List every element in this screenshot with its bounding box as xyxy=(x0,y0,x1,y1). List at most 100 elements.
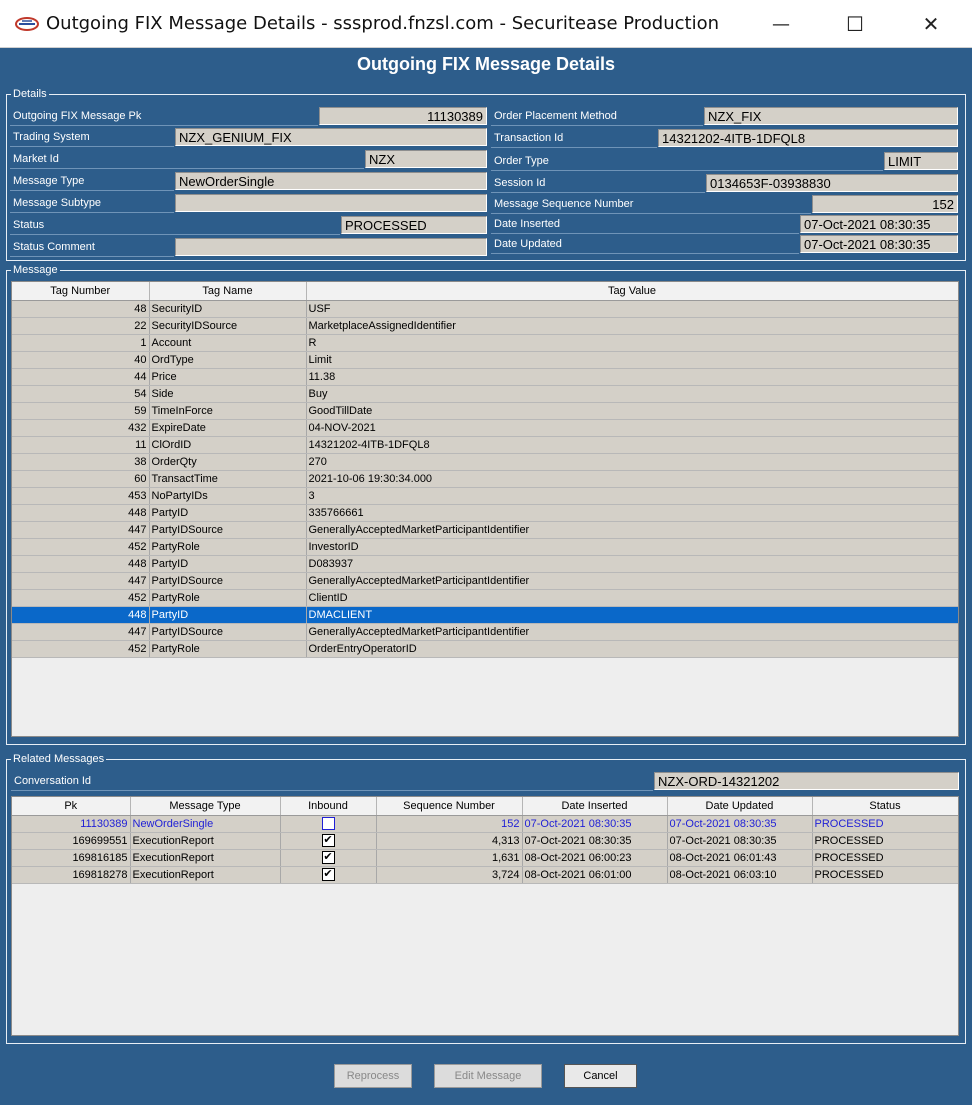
table-row[interactable]: 447 PartyIDSource GenerallyAcceptedMarketP… xyxy=(12,572,958,590)
field-value[interactable]: NZX_GENIUM_FIX xyxy=(175,128,487,146)
field-label: Status xyxy=(10,215,340,235)
table-row[interactable]: 54 Side Buy xyxy=(12,385,958,403)
related-messages-table[interactable]: Pk Message Type Inbound Sequence Number Date… xyxy=(11,796,959,1036)
table-row[interactable]: 447 PartyIDSource GenerallyAcceptedMarketP… xyxy=(12,623,958,641)
close-button[interactable]: ✕ xyxy=(896,0,966,48)
column-header[interactable]: Tag Number xyxy=(12,282,150,301)
tag-number-cell: 448 xyxy=(12,504,150,522)
table-row[interactable]: 448 PartyID 335766661 xyxy=(12,504,958,522)
details-legend: Details xyxy=(13,88,47,100)
table-row[interactable]: 432 ExpireDate 04-NOV-2021 xyxy=(12,419,958,437)
column-header[interactable]: Message Type xyxy=(130,797,281,816)
column-header[interactable]: Sequence Number xyxy=(376,797,523,816)
tag-name-cell: PartyID xyxy=(149,606,307,624)
field-value[interactable]: NZX_FIX xyxy=(704,107,958,125)
column-header[interactable]: Inbound xyxy=(280,797,377,816)
inbound-checkbox[interactable] xyxy=(321,817,335,830)
sequence-number-cell: 1,631 xyxy=(376,849,523,867)
edit-message-button[interactable]: Edit Message xyxy=(434,1064,542,1088)
window-title: Outgoing FIX Message Details - sssprod.f… xyxy=(46,13,720,34)
column-header[interactable]: Tag Value xyxy=(306,282,958,301)
table-row[interactable]: 38 OrderQty 270 xyxy=(12,453,958,471)
tag-number-cell: 447 xyxy=(12,521,150,539)
table-row[interactable]: 1 Account R xyxy=(12,334,958,352)
tag-name-cell: SecurityID xyxy=(149,300,307,318)
field-value[interactable]: LIMIT xyxy=(884,152,958,170)
table-row[interactable]: 44 Price 11.38 xyxy=(12,368,958,386)
field-label: Market Id xyxy=(10,149,364,169)
pk-cell: 169818278 xyxy=(12,866,131,884)
tag-value-cell: 335766661 xyxy=(306,504,958,522)
column-header[interactable]: Date Inserted xyxy=(522,797,668,816)
field-label: Order Placement Method xyxy=(491,106,703,126)
field-value[interactable]: 11130389 xyxy=(319,107,487,125)
table-row[interactable]: 40 OrdType Limit xyxy=(12,351,958,369)
related-messages-legend: Related Messages xyxy=(13,753,105,765)
window-title-bar: Outgoing FIX Message Details - sssprod.f… xyxy=(0,0,972,48)
table-row[interactable]: 11 ClOrdID 14321202-4ITB-1DFQL8 xyxy=(12,436,958,454)
table-row[interactable]: 452 PartyRole InvestorID xyxy=(12,538,958,556)
field-value[interactable]: 152 xyxy=(812,195,958,213)
tag-number-cell: 452 xyxy=(12,589,150,607)
field-value[interactable]: 07-Oct-2021 08:30:35 xyxy=(800,215,958,233)
tag-name-cell: NoPartyIDs xyxy=(149,487,307,505)
sequence-number-cell: 152 xyxy=(376,815,523,833)
column-header[interactable]: Pk xyxy=(12,797,131,816)
inbound-checkbox[interactable]: ✔ xyxy=(321,851,335,864)
tag-value-cell: 11.38 xyxy=(306,368,958,386)
field-value[interactable]: 0134653F-03938830 xyxy=(706,174,958,192)
field-value[interactable] xyxy=(175,194,487,212)
reprocess-button[interactable]: Reprocess xyxy=(334,1064,412,1088)
table-row[interactable]: 11130389 NewOrderSingle 152 07-Oct-2021 08:… xyxy=(12,815,958,833)
details-left-row: Market Id NZX xyxy=(10,149,488,169)
table-row[interactable]: 169699551 ExecutionReport ✔ 4,313 07-Oct-202… xyxy=(12,832,958,850)
minimize-button[interactable]: — xyxy=(746,0,816,48)
page-heading: Outgoing FIX Message Details xyxy=(356,54,616,74)
maximize-button[interactable]: ☐ xyxy=(820,0,890,48)
field-value[interactable]: NewOrderSingle xyxy=(175,172,487,190)
tag-name-cell: ClOrdID xyxy=(149,436,307,454)
field-label: Trading System xyxy=(10,127,174,147)
table-row[interactable]: 48 SecurityID USF xyxy=(12,300,958,318)
details-left-row: Status Comment xyxy=(10,237,488,257)
table-row[interactable]: 169816185 ExecutionReport ✔ 1,631 08-Oct-202… xyxy=(12,849,958,867)
inbound-cell: ✔ xyxy=(280,832,377,850)
inbound-checkbox[interactable]: ✔ xyxy=(321,834,335,847)
inbound-checkbox[interactable]: ✔ xyxy=(321,868,335,881)
field-value[interactable] xyxy=(175,238,487,256)
field-value[interactable]: 14321202-4ITB-1DFQL8 xyxy=(658,129,958,147)
table-row[interactable]: 59 TimeInForce GoodTillDate xyxy=(12,402,958,420)
tag-name-cell: SecurityIDSource xyxy=(149,317,307,335)
message-type-cell: ExecutionReport xyxy=(130,866,281,884)
status-cell: PROCESSED xyxy=(812,866,958,884)
column-header[interactable]: Tag Name xyxy=(149,282,307,301)
tag-number-cell: 448 xyxy=(12,555,150,573)
column-header[interactable]: Date Updated xyxy=(667,797,813,816)
message-type-cell: ExecutionReport xyxy=(130,849,281,867)
table-row[interactable]: 452 PartyRole OrderEntryOperatorID xyxy=(12,640,958,658)
table-row[interactable]: 22 SecurityIDSource MarketplaceAssignedIde… xyxy=(12,317,958,335)
table-row[interactable]: 169818278 ExecutionReport ✔ 3,724 08-Oct-202… xyxy=(12,866,958,884)
table-row[interactable]: 447 PartyIDSource GenerallyAcceptedMarketP… xyxy=(12,521,958,539)
field-value[interactable]: PROCESSED xyxy=(341,216,487,234)
field-value[interactable]: NZX xyxy=(365,150,487,168)
table-row[interactable]: 60 TransactTime 2021-10-06 19:30:34.000 xyxy=(12,470,958,488)
checkmark-icon: ✔ xyxy=(323,868,333,880)
message-tags-table[interactable]: Tag Number Tag Name Tag Value 48 SecurityID… xyxy=(11,281,959,737)
details-right-row: Date Updated 07-Oct-2021 08:30:35 xyxy=(491,234,959,254)
column-header[interactable]: Status xyxy=(812,797,958,816)
inbound-cell: ✔ xyxy=(280,849,377,867)
cancel-button[interactable]: Cancel xyxy=(564,1064,637,1088)
conversation-id-field[interactable]: NZX-ORD-14321202 xyxy=(654,772,959,790)
details-right-row: Session Id 0134653F-03938830 xyxy=(491,173,959,193)
tag-number-cell: 38 xyxy=(12,453,150,471)
minimize-icon: — xyxy=(772,13,790,35)
table-row[interactable]: 448 PartyID DMACLIENT xyxy=(12,606,958,624)
table-row[interactable]: 448 PartyID D083937 xyxy=(12,555,958,573)
field-label: Transaction Id xyxy=(491,128,657,148)
table-row[interactable]: 453 NoPartyIDs 3 xyxy=(12,487,958,505)
table-row[interactable]: 452 PartyRole ClientID xyxy=(12,589,958,607)
date-inserted-cell: 08-Oct-2021 06:01:00 xyxy=(522,866,668,884)
tag-name-cell: PartyRole xyxy=(149,589,307,607)
field-value[interactable]: 07-Oct-2021 08:30:35 xyxy=(800,235,958,253)
